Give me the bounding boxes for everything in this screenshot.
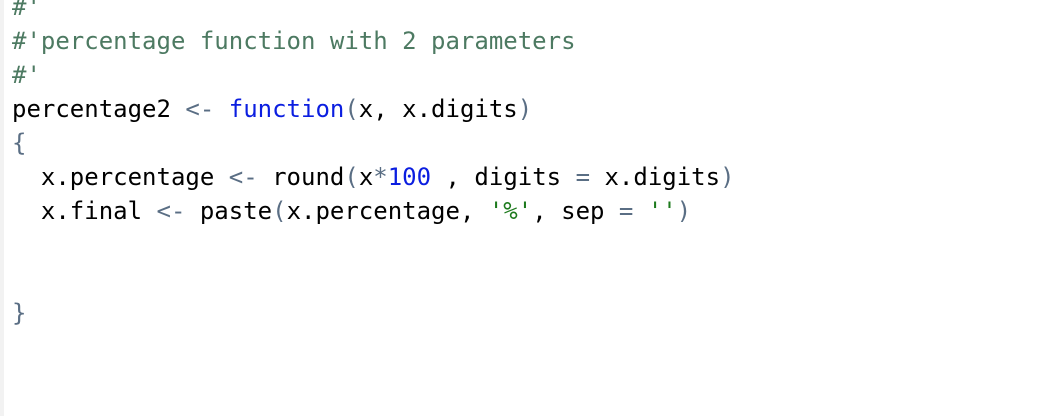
- code-token-str: '%': [488, 197, 533, 225]
- code-content[interactable]: #' #'percentage function with 2 parameter…: [12, 0, 735, 330]
- code-token-op: }: [12, 299, 27, 327]
- code-token-op: =: [618, 197, 634, 225]
- code-token-plain: x.final: [12, 197, 157, 225]
- code-token-plain: x, x.digits: [358, 95, 518, 123]
- code-token-num: 100: [387, 163, 432, 191]
- code-token-op: <-: [185, 95, 215, 123]
- code-token-plain: x: [358, 163, 374, 191]
- code-token-comment: #': [12, 61, 41, 89]
- editor-gutter-edge: [0, 0, 4, 416]
- code-token-op: *: [373, 163, 388, 191]
- code-token-op: ): [517, 95, 533, 123]
- code-line[interactable]: #'percentage function with 2 parameters: [12, 24, 735, 58]
- code-token-comment: #'percentage function with 2 parameters: [12, 27, 576, 55]
- code-token-plain: x.digits: [590, 163, 721, 191]
- code-line[interactable]: }: [12, 296, 735, 330]
- code-line[interactable]: x.final <- paste(x.percentage, '%', sep …: [12, 194, 735, 228]
- code-token-op: {: [12, 129, 27, 157]
- code-token-op: (: [344, 163, 359, 191]
- code-line[interactable]: #': [12, 0, 735, 24]
- code-line[interactable]: [12, 228, 735, 262]
- code-token-str: '': [647, 197, 677, 225]
- code-token-plain: , sep: [532, 197, 619, 225]
- code-line[interactable]: [12, 262, 735, 296]
- code-token-op: ): [720, 163, 735, 191]
- code-token-kw: function: [228, 95, 345, 123]
- code-line[interactable]: x.percentage <- round(x*100 , digits = x…: [12, 160, 735, 194]
- code-editor[interactable]: #' #'percentage function with 2 parameter…: [0, 0, 1040, 416]
- code-token-plain: paste: [185, 197, 273, 225]
- code-token-op: =: [575, 163, 591, 191]
- code-token-op: (: [344, 95, 359, 123]
- code-line[interactable]: percentage2 <- function(x, x.digits): [12, 92, 735, 126]
- code-token-plain: percentage2: [12, 95, 186, 123]
- code-token-op: ): [676, 197, 692, 225]
- code-token-comment: #': [12, 0, 41, 21]
- code-token-plain: round: [257, 163, 345, 191]
- code-token-plain: x.percentage: [12, 163, 229, 191]
- code-line[interactable]: {: [12, 126, 735, 160]
- code-line[interactable]: #': [12, 58, 735, 92]
- code-token-plain: , digits: [431, 163, 576, 191]
- code-token-op: <-: [228, 163, 258, 191]
- code-token-plain: x.percentage,: [286, 197, 489, 225]
- code-token-op: (: [272, 197, 287, 225]
- code-token-op: <-: [156, 197, 186, 225]
